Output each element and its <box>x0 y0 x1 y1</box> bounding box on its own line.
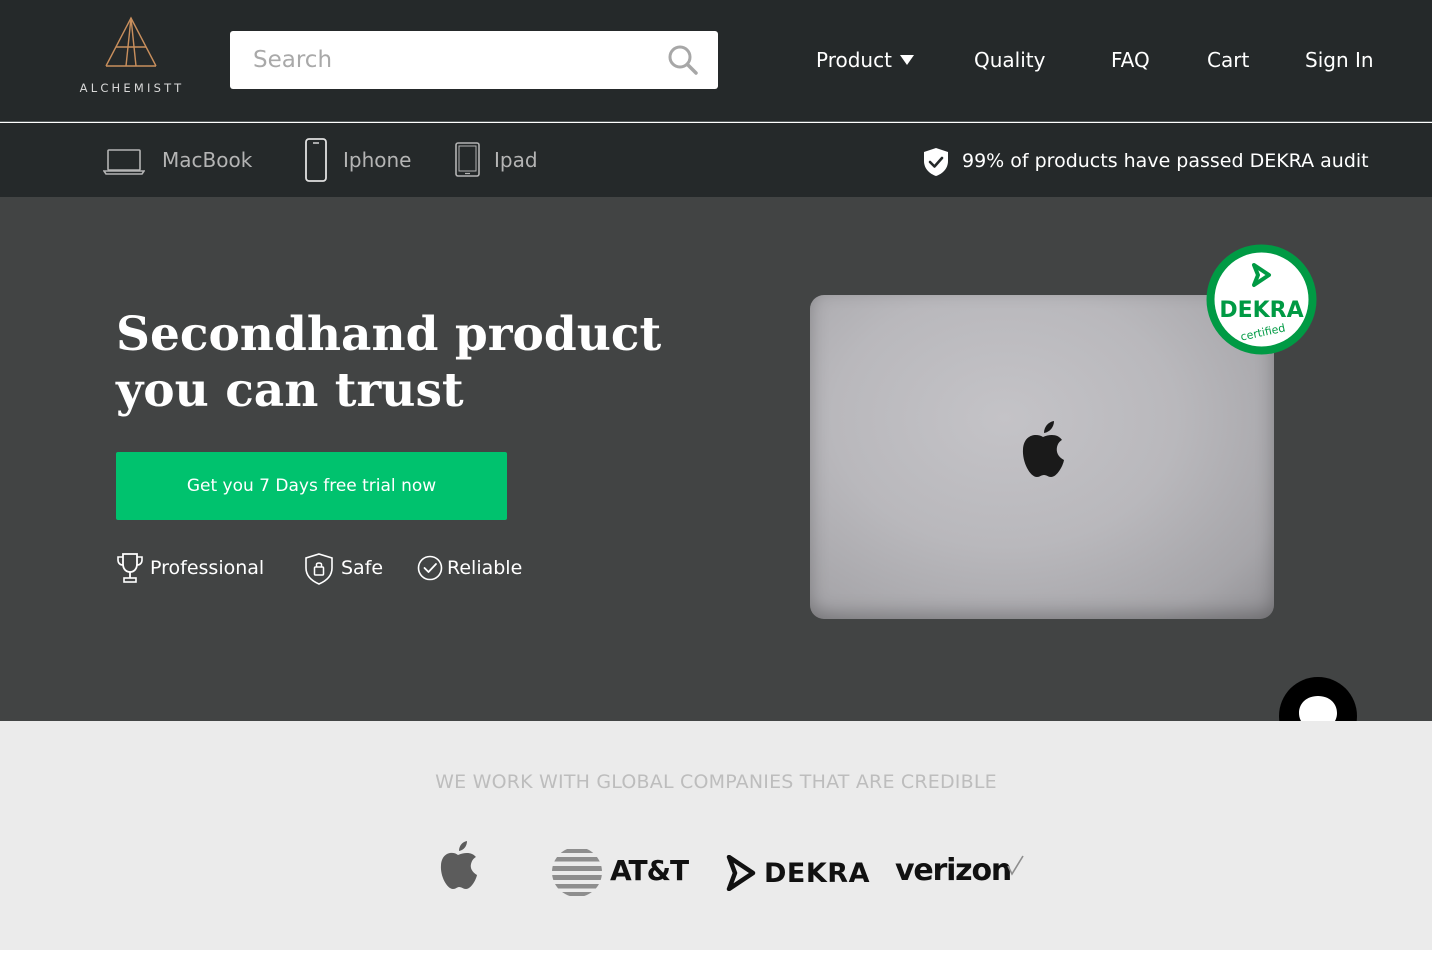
search-icon[interactable] <box>667 44 699 76</box>
dekra-certified-badge: DEKRA certified <box>1206 244 1317 355</box>
feature-professional: Professional <box>116 551 286 585</box>
verizon-check-icon <box>1007 855 1024 876</box>
att-globe-icon <box>552 849 602 896</box>
pyramid-logo-icon <box>105 16 157 67</box>
hero-section: Secondhand product you can trust Get you… <box>0 197 1432 721</box>
category-macbook-label: MacBook <box>162 148 253 172</box>
hero-title-line2: you can trust <box>116 363 464 418</box>
category-macbook[interactable]: MacBook <box>103 137 263 183</box>
hero-title-line1: Secondhand product <box>116 307 662 362</box>
tablet-icon <box>455 142 480 177</box>
search-box <box>230 31 718 89</box>
laptop-icon <box>103 149 145 175</box>
category-ipad-label: Ipad <box>494 148 538 172</box>
feature-reliable: Reliable <box>417 551 547 585</box>
partners-heading-text: WE WORK WITH GLOBAL COMPANIES THAT ARE C… <box>435 771 997 793</box>
top-header: ALCHEMISTT Product Quality FAQ Cart Sign… <box>0 0 1432 122</box>
category-iphone[interactable]: Iphone <box>304 137 424 183</box>
nav-faq[interactable]: FAQ <box>1111 45 1150 75</box>
category-iphone-label: Iphone <box>343 148 412 172</box>
partners-heading: WE WORK WITH GLOBAL COMPANIES THAT ARE C… <box>0 771 1432 793</box>
free-trial-button[interactable]: Get you 7 Days free trial now <box>116 452 507 520</box>
apple-icon <box>1022 421 1064 477</box>
apple-logo <box>440 841 477 889</box>
check-circle-icon <box>417 555 443 581</box>
dekra-badge-brand: DEKRA <box>1219 298 1303 323</box>
nav-product-label: Product <box>816 48 892 72</box>
trophy-icon <box>117 553 143 583</box>
category-bar: MacBook Iphone Ipad 99% of products have… <box>0 123 1432 197</box>
nav-sign-in[interactable]: Sign In <box>1305 45 1374 75</box>
category-ipad[interactable]: Ipad <box>454 137 554 183</box>
dekra-logo: DEKRA <box>764 858 870 889</box>
brand-name: ALCHEMISTT <box>79 81 185 95</box>
feature-reliable-label: Reliable <box>447 557 523 579</box>
nav-product[interactable]: Product <box>816 45 914 75</box>
caret-down-icon <box>899 55 914 65</box>
feature-professional-label: Professional <box>150 557 265 579</box>
nav-cart[interactable]: Cart <box>1207 45 1249 75</box>
nav-quality[interactable]: Quality <box>974 45 1045 75</box>
feature-safe: Safe <box>304 551 404 585</box>
audit-notice-text: 99% of products have passed DEKRA audit <box>962 150 1369 172</box>
search-input[interactable] <box>230 31 650 89</box>
att-logo: AT&T <box>610 854 689 887</box>
dekra-arrow-icon <box>726 855 756 891</box>
phone-icon <box>305 138 327 182</box>
brand-logo[interactable]: ALCHEMISTT <box>72 16 192 100</box>
feature-safe-label: Safe <box>341 557 384 579</box>
hero-title: Secondhand product you can trust <box>116 307 676 419</box>
shield-check-icon <box>924 148 948 176</box>
shield-lock-icon <box>305 553 333 585</box>
verizon-logo: verizon <box>895 853 1012 888</box>
partners-section: WE WORK WITH GLOBAL COMPANIES THAT ARE C… <box>0 721 1432 950</box>
